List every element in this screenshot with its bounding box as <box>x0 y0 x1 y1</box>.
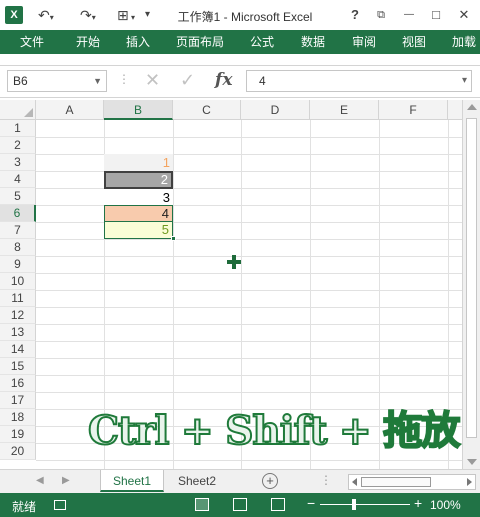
scroll-up-icon[interactable] <box>467 104 477 110</box>
cell-b6[interactable]: 4 <box>104 205 173 222</box>
row-header-1[interactable]: 1 <box>0 120 36 137</box>
row-header-10[interactable]: 10 <box>0 273 36 290</box>
tab-file[interactable]: 文件 <box>12 30 53 54</box>
row-header-11[interactable]: 11 <box>0 290 36 307</box>
column-header-g[interactable] <box>448 100 462 120</box>
row-header-5[interactable]: 5 <box>0 188 36 205</box>
sheet-tab-bar: ◀ ▶ Sheet1 Sheet2 + ⋮ <box>0 469 480 493</box>
undo-icon[interactable]: ↶▾ <box>38 6 54 24</box>
customize-quick-access-icon[interactable]: ▾ <box>145 6 150 24</box>
zoom-level[interactable]: 100% <box>430 498 461 512</box>
row-header-7[interactable]: 7 <box>0 222 36 239</box>
row-header-3[interactable]: 3 <box>0 154 36 171</box>
expand-formula-icon[interactable]: ▾ <box>462 71 467 91</box>
excel-logo-icon: X <box>5 6 23 24</box>
normal-view-icon[interactable] <box>195 498 209 511</box>
column-header-a[interactable]: A <box>36 100 104 120</box>
formula-input[interactable]: 4 ▾ <box>246 70 472 92</box>
help-icon[interactable]: ? <box>346 6 364 24</box>
zoom-in-icon[interactable]: + <box>414 495 422 511</box>
vertical-scrollbar[interactable] <box>462 100 480 469</box>
move-cursor-icon <box>227 255 241 269</box>
more-icon: ⋮ <box>118 72 130 86</box>
sheet-prev-icon[interactable]: ◀ <box>36 475 44 486</box>
minimize-icon[interactable]: — <box>400 6 418 24</box>
row-header-17[interactable]: 17 <box>0 392 36 409</box>
tab-page-layout[interactable]: 页面布局 <box>176 30 224 54</box>
shortcut-overlay-text: Ctrl + Shift + 拖放 <box>87 407 461 455</box>
cell-b7[interactable]: 5 <box>104 222 173 239</box>
zoom-slider-knob[interactable] <box>352 499 356 510</box>
maximize-icon[interactable]: □ <box>427 6 445 24</box>
row-header-15[interactable]: 15 <box>0 358 36 375</box>
horizontal-scrollbar[interactable] <box>348 474 476 490</box>
zoom-out-icon[interactable]: − <box>307 495 315 511</box>
window-title: 工作簿1 - Microsoft Excel <box>177 10 313 24</box>
row-header-12[interactable]: 12 <box>0 307 36 324</box>
row-header-6[interactable]: 6 <box>0 205 36 222</box>
row-header-8[interactable]: 8 <box>0 239 36 256</box>
column-header-c[interactable]: C <box>173 100 241 120</box>
title-bar: X ↶▾ ↷▾ ⊞ ▾ ▾ 工作簿1 - Microsoft Excel ? ⧉… <box>0 0 480 30</box>
page-layout-view-icon[interactable] <box>233 498 247 511</box>
tab-home[interactable]: 开始 <box>76 30 100 54</box>
row-header-4[interactable]: 4 <box>0 171 36 188</box>
macro-record-icon[interactable] <box>54 500 66 510</box>
formula-value: 4 <box>259 74 266 88</box>
collapsed-ribbon <box>0 54 480 66</box>
worksheet-grid[interactable]: A B C D E F 1 2 3 4 5 6 7 8 9 10 11 12 1… <box>0 100 462 469</box>
add-sheet-icon[interactable]: + <box>262 473 278 489</box>
cell-b5[interactable]: 3 <box>104 189 173 205</box>
insert-function-icon[interactable]: fx <box>215 70 232 90</box>
scroll-right-icon[interactable] <box>467 478 472 486</box>
row-header-16[interactable]: 16 <box>0 375 36 392</box>
grid-icon[interactable]: ⊞ ▾ <box>117 6 135 24</box>
tab-data[interactable]: 数据 <box>301 30 325 54</box>
scroll-down-icon[interactable] <box>467 459 477 465</box>
fill-handle[interactable] <box>171 236 176 241</box>
tab-review[interactable]: 审阅 <box>352 30 376 54</box>
column-header-b[interactable]: B <box>104 100 173 120</box>
tab-view[interactable]: 视图 <box>402 30 426 54</box>
column-header-d[interactable]: D <box>241 100 310 120</box>
page-break-view-icon[interactable] <box>271 498 285 511</box>
row-header-2[interactable]: 2 <box>0 137 36 154</box>
name-box[interactable]: B6 ▼ <box>7 70 107 92</box>
scroll-left-icon[interactable] <box>352 478 357 486</box>
row-header-19[interactable]: 19 <box>0 426 36 443</box>
tab-insert[interactable]: 插入 <box>126 30 150 54</box>
status-text: 就绪 <box>12 500 37 514</box>
sheet-next-icon[interactable]: ▶ <box>62 475 70 486</box>
row-header-18[interactable]: 18 <box>0 409 36 426</box>
row-header-9[interactable]: 9 <box>0 256 36 273</box>
name-box-value: B6 <box>13 74 28 88</box>
zoom-slider[interactable] <box>320 504 410 505</box>
horizontal-scroll-thumb[interactable] <box>361 477 431 487</box>
ribbon-display-icon[interactable]: ⧉ <box>372 6 390 24</box>
vertical-scroll-thumb[interactable] <box>466 118 477 438</box>
formula-bar: B6 ▼ ⋮ ✕ ✓ fx 4 ▾ <box>0 66 480 98</box>
row-header-13[interactable]: 13 <box>0 324 36 341</box>
column-header-f[interactable]: F <box>379 100 448 120</box>
redo-icon[interactable]: ↷▾ <box>80 6 96 24</box>
cell-b3[interactable]: 1 <box>104 154 173 171</box>
sheet-tab-sheet2[interactable]: Sheet2 <box>166 470 228 492</box>
select-all-corner[interactable] <box>0 100 36 120</box>
enter-icon[interactable]: ✓ <box>180 70 195 91</box>
sheet-tab-sheet1[interactable]: Sheet1 <box>100 470 165 492</box>
chevron-down-icon[interactable]: ▼ <box>93 71 102 91</box>
ribbon-tabs: 文件 开始 插入 页面布局 公式 数据 审阅 视图 加载 <box>0 30 480 54</box>
cancel-icon[interactable]: ✕ <box>145 70 160 91</box>
column-header-e[interactable]: E <box>310 100 379 120</box>
close-icon[interactable]: ✕ <box>455 6 473 24</box>
more-options-icon: ⋮ <box>320 473 332 487</box>
tab-formulas[interactable]: 公式 <box>250 30 274 54</box>
row-header-20[interactable]: 20 <box>0 443 36 460</box>
tab-addins[interactable]: 加载 <box>452 30 476 54</box>
cell-b4[interactable]: 2 <box>104 171 173 189</box>
status-bar: 就绪 − + 100% <box>0 493 480 517</box>
row-header-14[interactable]: 14 <box>0 341 36 358</box>
